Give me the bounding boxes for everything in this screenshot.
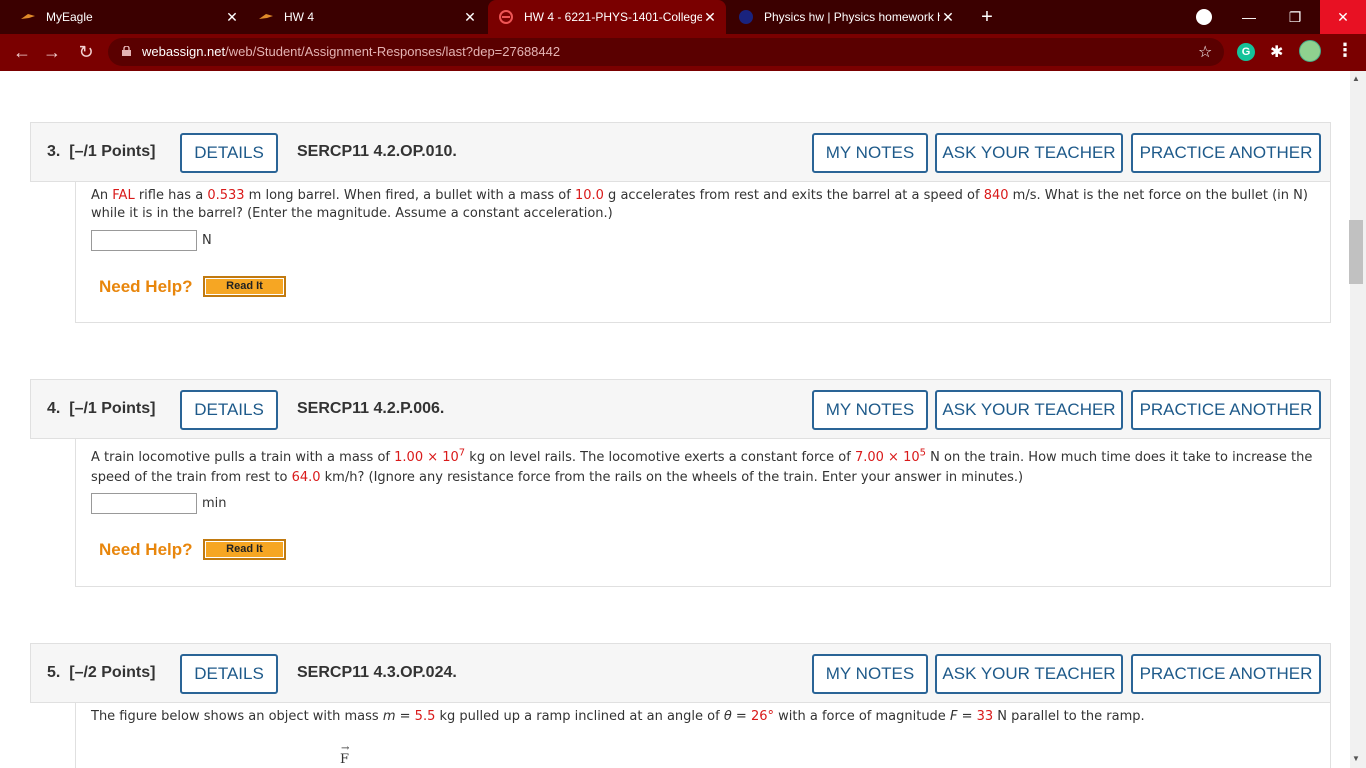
question-5-header: 5. [–/2 Points] DETAILS SERCP11 4.3.OP.0… <box>30 643 1331 703</box>
question-5-body: The figure below shows an object with ma… <box>75 703 1331 768</box>
url-text[interactable]: webassign.net/web/Student/Assignment-Res… <box>142 44 560 59</box>
question-4-body: A train locomotive pulls a train with a … <box>75 439 1331 587</box>
tab-title: HW 4 - 6221-PHYS-1401-College <box>524 10 702 24</box>
question-code: SERCP11 4.2.OP.010. <box>297 143 457 160</box>
scroll-down-icon[interactable]: ▼ <box>1352 754 1360 763</box>
tab-title: Physics hw | Physics homework h <box>764 10 940 24</box>
tab-hw4[interactable]: HW 4 ✕ <box>258 0 486 34</box>
webassign-icon <box>498 9 514 25</box>
details-button[interactable]: DETAILS <box>180 133 278 173</box>
ask-teacher-button[interactable]: ASK YOUR TEACHER <box>935 390 1123 430</box>
question-3-body: An FAL rifle has a 0.533 m long barrel. … <box>75 182 1331 323</box>
window-close-button[interactable]: ✕ <box>1320 0 1366 34</box>
tab-myeagle[interactable]: MyEagle ✕ <box>20 0 248 34</box>
read-it-button[interactable]: Read It <box>203 539 286 560</box>
need-help-label: Need Help? <box>99 277 193 296</box>
details-button[interactable]: DETAILS <box>180 654 278 694</box>
tab-physics-hw[interactable]: Physics hw | Physics homework h ✕ <box>736 0 964 34</box>
tab-title: MyEagle <box>46 10 93 24</box>
question-text: An FAL rifle has a 0.533 m long barrel. … <box>91 188 1308 221</box>
tab-title: HW 4 <box>284 10 314 24</box>
ask-teacher-button[interactable]: ASK YOUR TEACHER <box>935 133 1123 173</box>
question-number: 5. [–/2 Points] <box>47 664 156 681</box>
question-3-header: 3. [–/1 Points] DETAILS SERCP11 4.2.OP.0… <box>30 122 1331 182</box>
question-text: The figure below shows an object with ma… <box>91 709 1145 724</box>
grammarly-extension-icon[interactable]: G <box>1237 43 1255 61</box>
eagle-icon <box>20 9 36 25</box>
need-help-label: Need Help? <box>99 540 193 559</box>
details-button[interactable]: DETAILS <box>180 390 278 430</box>
my-notes-button[interactable]: MY NOTES <box>812 654 928 694</box>
minimize-button[interactable]: — <box>1226 0 1272 34</box>
question-code: SERCP11 4.3.OP.024. <box>297 664 457 681</box>
my-notes-button[interactable]: MY NOTES <box>812 390 928 430</box>
question-text: A train locomotive pulls a train with a … <box>91 447 1313 485</box>
close-tab-icon[interactable]: ✕ <box>702 9 718 25</box>
new-tab-button[interactable]: + <box>976 6 998 28</box>
close-tab-icon[interactable]: ✕ <box>224 9 240 25</box>
profile-avatar[interactable] <box>1299 40 1321 62</box>
lock-icon <box>122 46 131 56</box>
back-icon[interactable]: ← <box>10 40 34 64</box>
forward-icon[interactable]: → <box>40 40 64 64</box>
question-code: SERCP11 4.2.P.006. <box>297 400 445 417</box>
answer-unit: min <box>202 496 227 511</box>
read-it-button[interactable]: Read It <box>203 276 286 297</box>
close-tab-icon[interactable]: ✕ <box>462 9 478 25</box>
answer-unit: N <box>202 233 212 248</box>
globe-icon <box>738 9 754 25</box>
answer-input[interactable] <box>91 230 197 251</box>
answer-input[interactable] <box>91 493 197 514</box>
ask-teacher-button[interactable]: ASK YOUR TEACHER <box>935 654 1123 694</box>
close-tab-icon[interactable]: ✕ <box>940 9 956 25</box>
my-notes-button[interactable]: MY NOTES <box>812 133 928 173</box>
browser-menu-icon[interactable]: ⋮ <box>1336 40 1354 61</box>
scrollbar-thumb[interactable] <box>1349 220 1363 284</box>
practice-another-button[interactable]: PRACTICE ANOTHER <box>1131 654 1321 694</box>
restore-button[interactable]: ❐ <box>1272 0 1318 34</box>
scrollbar-track[interactable] <box>1350 71 1366 768</box>
scroll-up-icon[interactable]: ▲ <box>1352 74 1360 83</box>
eagle-icon <box>258 9 274 25</box>
tab-webassign-active[interactable]: HW 4 - 6221-PHYS-1401-College ✕ <box>488 0 726 34</box>
question-number: 3. [–/1 Points] <box>47 143 156 160</box>
bookmark-star-icon[interactable]: ☆ <box>1198 42 1212 62</box>
practice-another-button[interactable]: PRACTICE ANOTHER <box>1131 133 1321 173</box>
question-4-header: 4. [–/1 Points] DETAILS SERCP11 4.2.P.00… <box>30 379 1331 439</box>
tab-search-icon[interactable] <box>1196 9 1212 25</box>
figure-force-vector-label: → F <box>340 743 350 767</box>
reload-icon[interactable]: ↻ <box>74 40 98 64</box>
question-number: 4. [–/1 Points] <box>47 400 156 417</box>
practice-another-button[interactable]: PRACTICE ANOTHER <box>1131 390 1321 430</box>
extensions-puzzle-icon[interactable]: ✱ <box>1270 42 1283 62</box>
